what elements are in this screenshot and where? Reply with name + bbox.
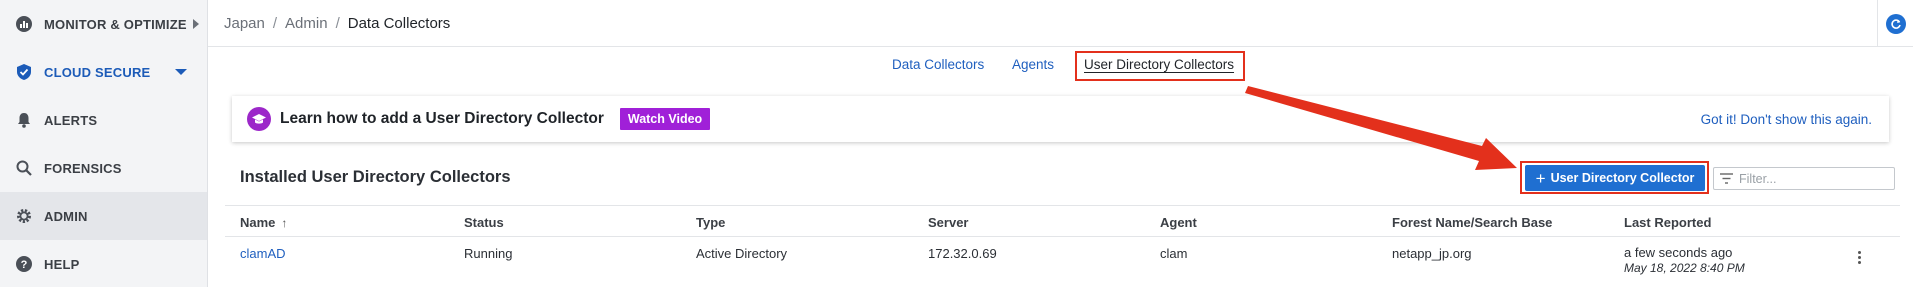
sidebar-item-cloud-secure[interactable]: CLOUD SECURE bbox=[0, 48, 207, 96]
collectors-table: Name ↑ Status Type Server Agent Forest Na… bbox=[225, 205, 1900, 275]
collector-agent: clam bbox=[1160, 246, 1188, 261]
sidebar-item-forensics[interactable]: FORENSICS bbox=[0, 144, 207, 192]
watch-video-button[interactable]: Watch Video bbox=[619, 108, 711, 130]
collector-last-reported: a few seconds ago May 18, 2022 8:40 PM bbox=[1624, 245, 1745, 275]
dismiss-banner-link[interactable]: Got it! Don't show this again. bbox=[1701, 112, 1872, 127]
collector-forest: netapp_jp.org bbox=[1392, 246, 1472, 261]
breadcrumb-admin[interactable]: Admin bbox=[285, 15, 328, 32]
refresh-icon bbox=[1890, 18, 1901, 29]
tab-data-collectors[interactable]: Data Collectors bbox=[892, 57, 984, 72]
filter-icon bbox=[1720, 173, 1733, 184]
dashboard-icon bbox=[14, 14, 34, 34]
plus-icon: + bbox=[1535, 168, 1546, 188]
add-button-label: User Directory Collector bbox=[1550, 171, 1695, 185]
search-icon bbox=[14, 158, 34, 178]
sidebar-item-label: CLOUD SECURE bbox=[44, 64, 151, 80]
sidebar-item-label: MONITOR & OPTIMIZE bbox=[44, 16, 187, 32]
banner-text: Learn how to add a User Directory Collec… bbox=[280, 110, 604, 127]
table-row: clamAD Running Active Directory 172.32.0… bbox=[225, 205, 1900, 287]
tab-highlight-box bbox=[1075, 51, 1245, 81]
page-title: Data Collectors bbox=[347, 14, 451, 32]
sidebar-item-help[interactable]: ? HELP bbox=[0, 240, 207, 287]
row-actions-menu-icon[interactable] bbox=[1856, 249, 1862, 266]
breadcrumb-japan[interactable]: Japan bbox=[224, 15, 265, 32]
sidebar-item-admin[interactable]: ADMIN bbox=[0, 192, 207, 240]
last-reported-date: May 18, 2022 8:40 PM bbox=[1624, 261, 1745, 275]
refresh-container bbox=[1877, 0, 1913, 47]
sidebar-item-label: FORENSICS bbox=[44, 160, 122, 176]
gear-icon bbox=[14, 206, 34, 226]
help-icon: ? bbox=[14, 254, 34, 274]
sidebar-item-label: ADMIN bbox=[44, 208, 88, 224]
collector-server: 172.32.0.69 bbox=[928, 246, 997, 261]
refresh-button[interactable] bbox=[1885, 13, 1906, 34]
sidebar: MONITOR & OPTIMIZE CLOUD SECURE ALERTS F… bbox=[0, 0, 208, 287]
shield-icon bbox=[14, 62, 34, 82]
sidebar-item-monitor-optimize[interactable]: MONITOR & OPTIMIZE bbox=[0, 0, 207, 48]
collector-type: Active Directory bbox=[696, 246, 788, 261]
add-user-directory-collector-button[interactable]: + User Directory Collector bbox=[1525, 165, 1705, 191]
collector-status: Running bbox=[464, 246, 513, 261]
last-reported-relative: a few seconds ago bbox=[1624, 245, 1733, 260]
app-root: MONITOR & OPTIMIZE CLOUD SECURE ALERTS F… bbox=[0, 0, 1913, 287]
sidebar-item-alerts[interactable]: ALERTS bbox=[0, 96, 207, 144]
bell-icon bbox=[14, 110, 34, 130]
chevron-down-icon bbox=[175, 69, 187, 75]
section-title: Installed User Directory Collectors bbox=[240, 168, 511, 186]
learn-banner: Learn how to add a User Directory Collec… bbox=[232, 96, 1889, 142]
graduation-cap-icon bbox=[247, 107, 271, 131]
top-header: Japan / Admin / Data Collectors bbox=[208, 0, 1913, 47]
sidebar-item-label: ALERTS bbox=[44, 112, 98, 128]
breadcrumb-separator: / bbox=[272, 14, 278, 32]
breadcrumb-separator: / bbox=[335, 14, 340, 32]
tab-agents[interactable]: Agents bbox=[1012, 57, 1054, 72]
svg-text:?: ? bbox=[21, 259, 28, 271]
collector-name-link[interactable]: clamAD bbox=[240, 246, 286, 261]
filter-input[interactable] bbox=[1739, 171, 1889, 186]
filter-field[interactable] bbox=[1713, 167, 1895, 190]
chevron-right-icon bbox=[192, 19, 199, 29]
sidebar-item-label: HELP bbox=[44, 256, 80, 272]
